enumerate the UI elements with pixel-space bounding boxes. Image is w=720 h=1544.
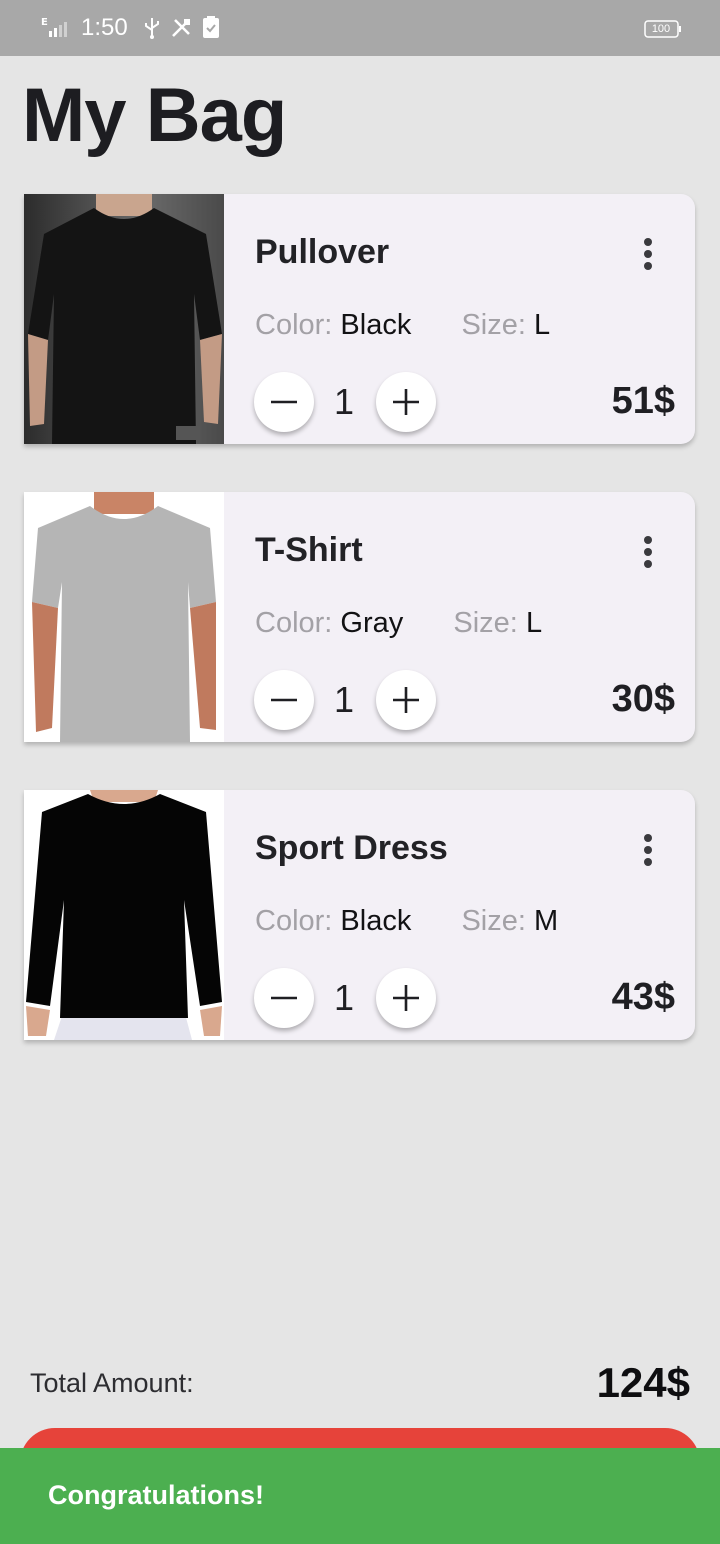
color-value: Black	[340, 905, 412, 937]
product-attributes: Color: Black Size: L	[255, 306, 550, 344]
minus-icon	[271, 996, 297, 1000]
plus-icon	[393, 985, 419, 1011]
size-value: L	[525, 607, 543, 639]
decrease-quantity-button[interactable]	[254, 670, 314, 730]
size-label: Size:	[453, 607, 518, 639]
total-amount-label: Total Amount:	[30, 1368, 194, 1398]
product-price: 51$	[611, 380, 675, 422]
color-value: Black	[340, 309, 412, 341]
page-title: My Bag	[22, 73, 287, 158]
product-price: 43$	[611, 976, 675, 1018]
clipboard-icon	[203, 16, 219, 38]
status-bar: E 1:50 100	[0, 0, 720, 56]
product-name: T-Shirt	[255, 531, 363, 569]
product-name: Sport Dress	[255, 829, 448, 867]
size-label: Size:	[461, 905, 526, 937]
plus-icon	[393, 389, 419, 415]
color-label: Color:	[255, 905, 333, 937]
usb-icon	[145, 18, 159, 39]
tools-icon	[172, 19, 190, 37]
product-name: Pullover	[255, 233, 390, 271]
snackbar-message: Congratulations!	[48, 1480, 264, 1510]
more-options-icon[interactable]	[633, 532, 663, 572]
color-label: Color:	[255, 607, 333, 639]
quantity-value: 1	[333, 679, 355, 720]
minus-icon	[271, 698, 297, 702]
product-attributes: Color: Black Size: M	[255, 902, 558, 940]
increase-quantity-button[interactable]	[376, 372, 436, 432]
product-attributes: Color: Gray Size: L	[255, 604, 542, 642]
more-options-icon[interactable]	[633, 830, 663, 870]
bag-item-card[interactable]: Pullover Color: Black Size: L 1 51$	[24, 194, 695, 444]
product-price: 30$	[611, 678, 675, 720]
product-image	[24, 194, 224, 444]
size-label: Size:	[461, 309, 526, 341]
svg-text:E: E	[41, 17, 48, 28]
more-options-icon[interactable]	[633, 234, 663, 274]
battery-level: 100	[651, 23, 671, 35]
increase-quantity-button[interactable]	[376, 670, 436, 730]
status-time: 1:50	[81, 14, 128, 41]
total-amount-value: 124$	[596, 1359, 690, 1406]
decrease-quantity-button[interactable]	[254, 372, 314, 432]
quantity-value: 1	[333, 381, 355, 422]
size-value: L	[534, 309, 551, 341]
product-image	[24, 492, 224, 742]
bag-item-card[interactable]: T-Shirt Color: Gray Size: L 1 30$	[24, 492, 695, 742]
decrease-quantity-button[interactable]	[254, 968, 314, 1028]
plus-icon	[393, 687, 419, 713]
quantity-value: 1	[333, 977, 355, 1018]
product-image	[24, 790, 224, 1040]
bag-item-card[interactable]: Sport Dress Color: Black Size: M 1 43$	[24, 790, 695, 1040]
snackbar: Congratulations!	[0, 1448, 720, 1544]
size-value: M	[534, 905, 559, 937]
signal-icon: E	[41, 17, 67, 37]
minus-icon	[271, 400, 297, 404]
increase-quantity-button[interactable]	[376, 968, 436, 1028]
color-label: Color:	[255, 309, 333, 341]
color-value: Gray	[340, 607, 404, 639]
